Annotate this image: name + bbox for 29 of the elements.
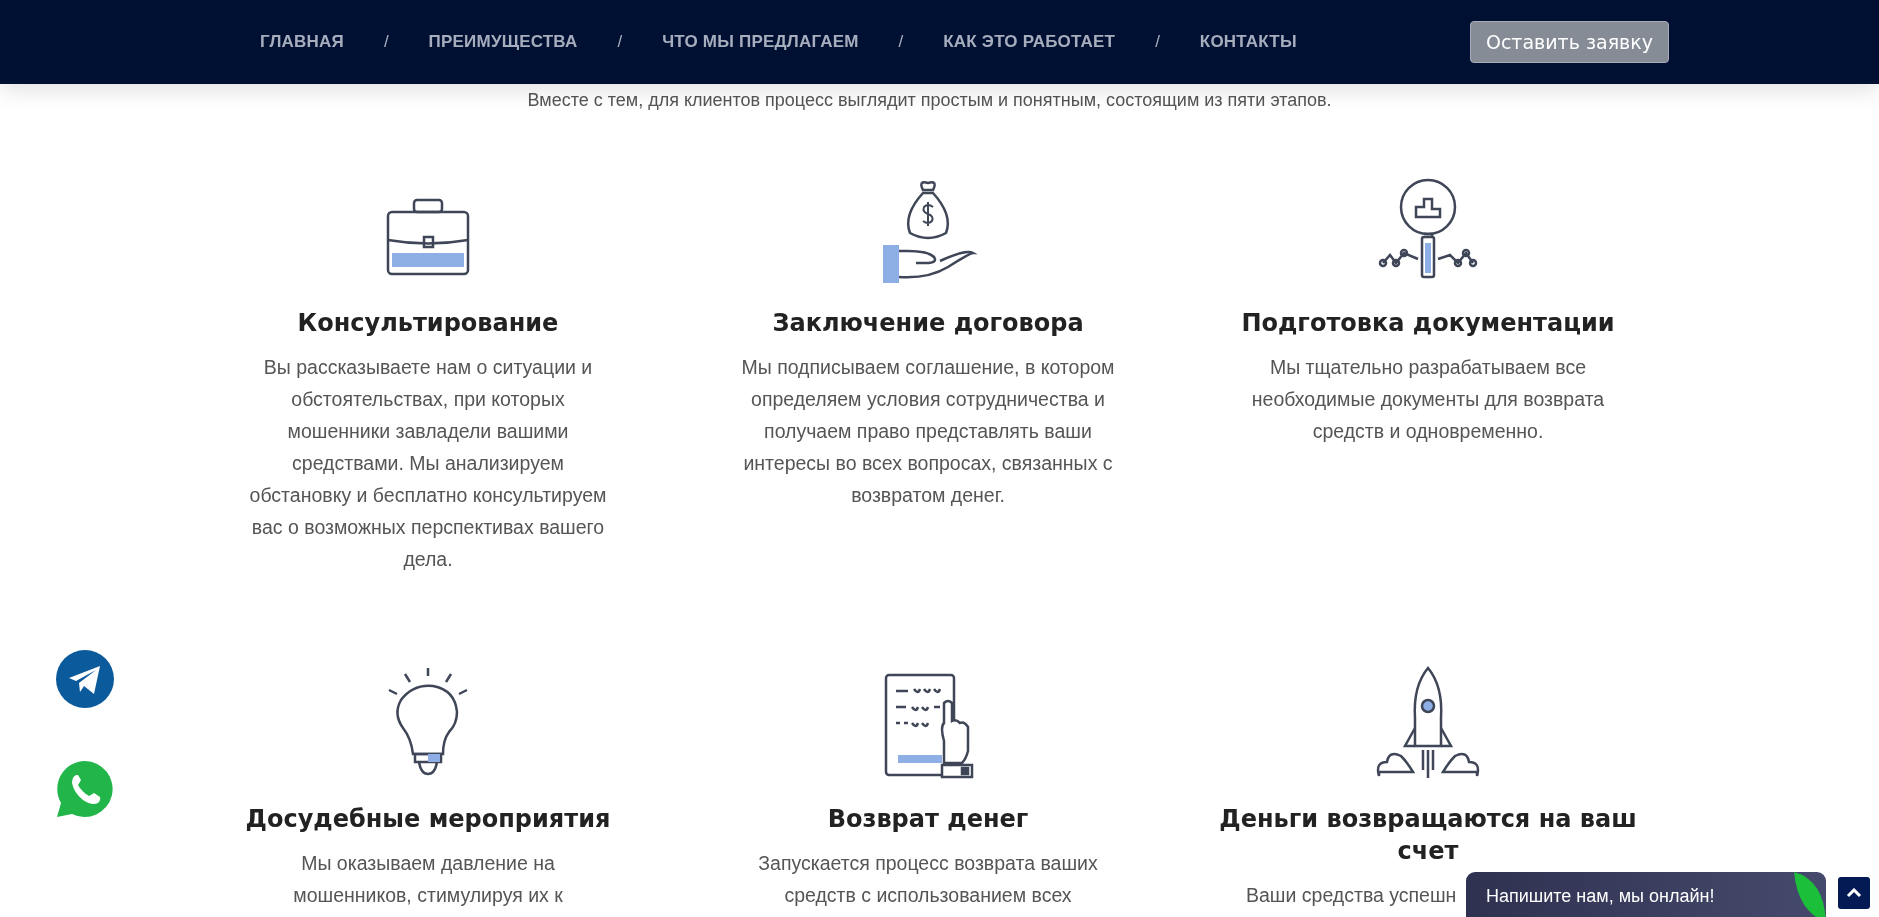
step-title: Досудебные мероприятия xyxy=(245,804,611,835)
nav-separator: / xyxy=(383,32,389,52)
step-description: Запускается процесс возврата ваших средств с использованием всех xyxy=(757,851,1099,908)
chat-bar[interactable]: Напишите нам, мы онлайн! xyxy=(1466,872,1826,917)
step-title: Подготовка документации xyxy=(1241,308,1615,339)
step-description: Ваши средства успешн xyxy=(1246,883,1457,908)
step-description: Вы рассказываете нам о ситуации и обстоятельствах, при которых мошенники завладели вашими средствами. Мы анализируем обстановку и бесплатно консультируем вас о возможных перспективах вашего дела. xyxy=(248,355,608,572)
nav-link[interactable]: КАК ЭТО РАБОТАЕТ xyxy=(943,32,1116,52)
nav-separator: / xyxy=(617,32,623,52)
chevron-up-icon xyxy=(1846,888,1862,898)
nav-separator: / xyxy=(898,32,904,52)
step-title: Возврат денег xyxy=(827,804,1029,835)
intro-text: Вместе с тем, для клиентов процесс выглядит простым и понятным, состоящим из пяти этапов. xyxy=(526,89,1333,112)
leaf-icon xyxy=(1794,872,1826,917)
chat-text: Напишите нам, мы онлайн! xyxy=(1486,886,1715,906)
step-description: Мы тщательно разрабатываем все необходимые документы для возврата средств и одновременно. xyxy=(1250,355,1606,444)
nav-link[interactable]: ЧТО МЫ ПРЕДЛАГАЕМ xyxy=(662,32,859,52)
step-title: Деньги возвращаются на ваш счет xyxy=(1218,804,1638,867)
nav-separator: / xyxy=(1155,32,1160,52)
step-title: Консультирование xyxy=(297,308,559,339)
scroll-up-button[interactable] xyxy=(1838,877,1870,909)
telegram-icon[interactable] xyxy=(56,650,114,708)
nav-link[interactable]: ПРЕИМУЩЕСТВА xyxy=(428,32,578,52)
step-description: Мы подписываем соглашение, в котором определяем условия сотрудничества и получаем право представлять ваши интересы во всех вопросах, связанных с возвратом денег. xyxy=(740,355,1116,508)
step-description: Мы оказываем давление на мошенников, стимулируя их к xyxy=(292,851,564,908)
nav-link[interactable]: КОНТАКТЫ xyxy=(1199,32,1297,52)
nav-link[interactable]: ГЛАВНАЯ xyxy=(260,32,344,52)
whatsapp-icon[interactable] xyxy=(56,760,114,818)
step-title: Заключение договора xyxy=(772,308,1084,339)
